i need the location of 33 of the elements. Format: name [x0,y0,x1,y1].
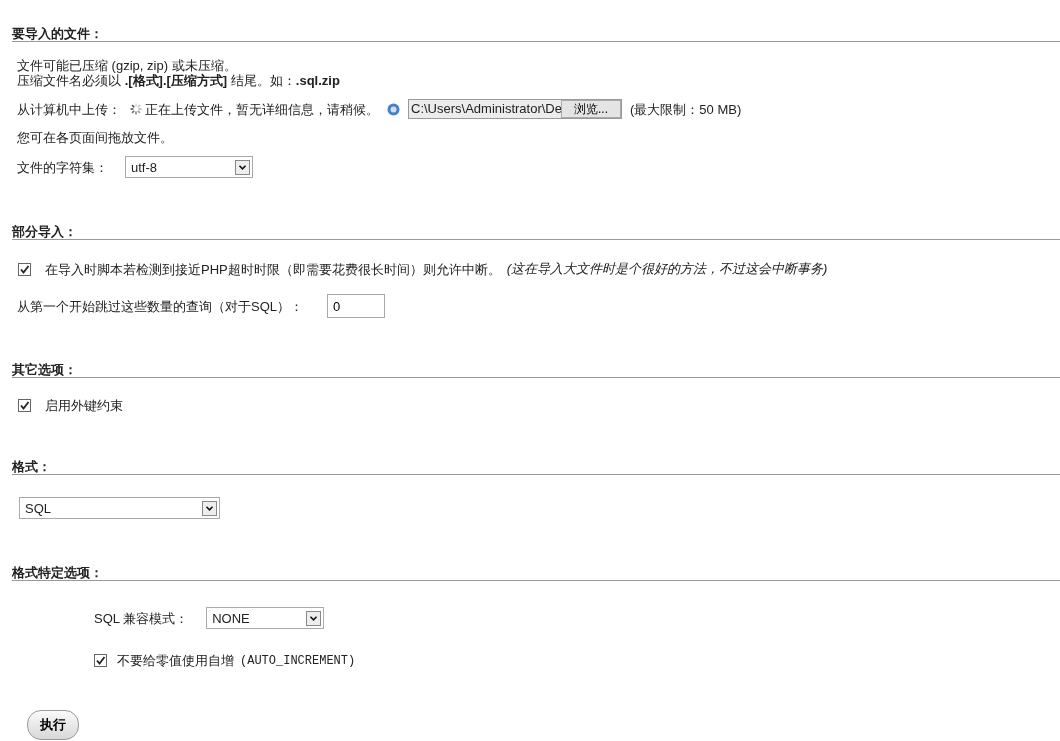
section-heading: 其它选项： [12,360,1060,378]
section-heading: 要导入的文件： [12,24,1060,42]
section-heading: 格式特定选项： [12,563,1060,581]
spinner-icon [129,102,143,116]
dropdown[interactable]: utf-8 [125,156,253,178]
option-note: (这在导入大文件时是个很好的方法，不过这会中断事务) [506,260,828,278]
upload-status: 正在上传文件，暂无详细信息，请稍候。 [145,101,379,117]
chevron-down-icon [202,500,217,516]
checkbox[interactable] [18,399,31,412]
max-size-text: (最大限制：50 MB) [630,101,742,117]
dropdown[interactable]: SQL [19,497,220,519]
option-label: 启用外键约束 [45,398,123,413]
browse-button[interactable]: 浏览... [561,100,621,118]
chevron-down-icon [306,610,322,626]
charset-label: 文件的字符集： [17,159,105,175]
hint-text: 文件可能已压缩 (gzip, zip) 或未压缩。 [17,58,238,73]
upload-label: 从计算机中上传： [17,101,121,117]
code-text: (AUTO_INCREMENT) [240,653,356,668]
dropdown[interactable]: NONE [206,607,325,629]
skip-field[interactable]: 0 [327,294,385,318]
file-input[interactable]: C:\Users\Administrator\De 浏览... [408,99,622,119]
compat-label: SQL 兼容模式： [94,610,189,626]
hint-text: 压缩文件名必须以 .[格式].[压缩方式] 结尾。如：.sql.zip [17,73,341,88]
skip-label: 从第一个开始跳过这些数量的查询（对于SQL）： [17,298,303,314]
section-heading: 部分导入： [12,222,1060,240]
drag-hint: 您可在各页面间拖放文件。 [17,130,174,145]
submit-button[interactable]: 执行 [27,710,79,740]
checkbox[interactable] [18,262,31,276]
section-heading: 格式： [12,457,1060,475]
option-label: 在导入时脚本若检测到接近PHP超时时限（即需要花费很长时间）则允许中断。 [45,261,501,277]
checkbox[interactable] [94,654,107,667]
option-label: 不要给零值使用自增 [117,653,234,668]
chevron-down-icon [235,159,250,175]
